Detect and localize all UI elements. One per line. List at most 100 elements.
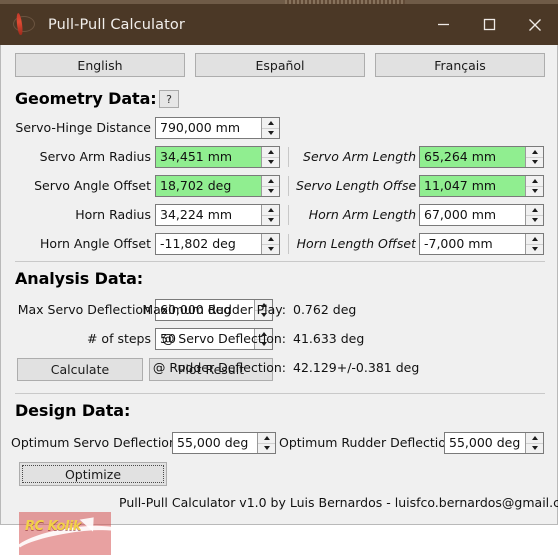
value-at-rudder-deflection: 42.129+/-0.381 deg [293,360,420,375]
value-optimum-rudder-deflection: 55,000 deg [449,435,521,450]
spinner-down-icon[interactable] [526,158,543,168]
propeller-icon [6,10,40,40]
column-separator [288,234,289,254]
minimize-icon[interactable] [420,4,466,45]
spinner-horn-length-offset[interactable] [525,234,543,254]
label-optimum-servo-deflection: Optimum Servo Deflection [11,435,177,450]
spinner-horn-angle-offset[interactable] [261,234,279,254]
column-separator [288,205,289,225]
label-servo-arm-radius: Servo Arm Radius [39,149,151,164]
section-divider [15,261,545,262]
label-number-of-steps: # of steps [86,331,151,346]
spinner-down-icon[interactable] [262,216,279,226]
spinner-horn-radius[interactable] [261,205,279,225]
calculate-button[interactable]: Calculate [17,358,143,381]
label-at-servo-deflection: @ Servo Deflection: [161,331,286,346]
value-optimum-servo-deflection: 55,000 deg [177,435,249,450]
close-icon[interactable] [512,4,558,45]
language-button-francais[interactable]: Français [375,53,545,77]
value-maximum-rudder-play: 0.762 deg [293,302,357,317]
spinner-down-icon[interactable] [526,245,543,255]
input-optimum-rudder-deflection[interactable]: 55,000 deg [444,432,544,454]
spinner-up-icon[interactable] [526,147,543,158]
spinner-servo-hinge-distance[interactable] [261,118,279,138]
maximize-icon[interactable] [466,4,512,45]
spinner-optimum-servo-deflection[interactable] [257,433,275,453]
label-max-servo-deflection: Max Servo Deflection [17,302,151,317]
optimize-button-label: Optimize [64,466,122,482]
spinner-up-icon[interactable] [526,234,543,245]
input-servo-arm-radius[interactable]: 34,451 mm [155,146,280,168]
spinner-up-icon[interactable] [526,176,543,187]
section-divider [15,393,545,394]
label-servo-length-offset: Servo Length Offset [296,178,416,193]
spinner-up-icon[interactable] [262,205,279,216]
logo-text: RC Kolik [25,519,81,534]
spinner-down-icon[interactable] [526,444,543,454]
geometry-section-title: Geometry Data: [15,89,157,108]
rc-kolik-logo: RC Kolik [19,512,111,555]
spinner-up-icon[interactable] [526,433,543,444]
value-servo-arm-length: 65,264 mm [424,149,497,164]
optimize-button[interactable]: Optimize [19,462,167,486]
label-maximum-rudder-play: Maximum Rudder Play: [142,302,286,317]
input-horn-radius[interactable]: 34,224 mm [155,204,280,226]
value-servo-hinge-distance: 790,000 mm [160,120,241,135]
spinner-down-icon[interactable] [526,216,543,226]
value-horn-radius: 34,224 mm [160,207,233,222]
label-servo-arm-length: Servo Arm Length [303,149,416,164]
column-separator [288,147,289,167]
input-optimum-servo-deflection[interactable]: 55,000 deg [172,432,276,454]
input-servo-length-offset[interactable]: 11,047 mm [419,175,544,197]
label-horn-length-offset: Horn Length Offset [296,236,416,251]
input-horn-length-offset[interactable]: -7,000 mm [419,233,544,255]
spinner-up-icon[interactable] [262,234,279,245]
spinner-down-icon[interactable] [526,187,543,197]
footer-credit: Pull-Pull Calculator v1.0 by Luis Bernar… [119,495,558,510]
label-at-rudder-deflection: @ Rudder Deflection: [152,360,286,375]
value-servo-arm-radius: 34,451 mm [160,149,233,164]
label-horn-angle-offset: Horn Angle Offset [40,236,151,251]
window-title: Pull-Pull Calculator [48,16,185,33]
column-separator [288,176,289,196]
spinner-optimum-rudder-deflection[interactable] [525,433,543,453]
window-controls [420,4,558,45]
spinner-up-icon[interactable] [526,205,543,216]
spinner-down-icon[interactable] [262,158,279,168]
label-horn-radius: Horn Radius [75,207,151,222]
spinner-down-icon[interactable] [258,444,275,454]
spinner-up-icon[interactable] [262,118,279,129]
spinner-up-icon[interactable] [262,176,279,187]
analysis-section-title: Analysis Data: [15,269,144,288]
spinner-down-icon[interactable] [262,129,279,139]
spinner-down-icon[interactable] [262,245,279,255]
label-horn-arm-length: Horn Arm Length [308,207,416,222]
spinner-servo-angle-offset[interactable] [261,176,279,196]
input-servo-arm-length[interactable]: 65,264 mm [419,146,544,168]
label-optimum-rudder-deflection: Optimum Rudder Deflection [279,435,454,450]
design-section-title: Design Data: [15,401,131,420]
value-at-servo-deflection: 41.633 deg [293,331,365,346]
spinner-up-icon[interactable] [258,433,275,444]
label-servo-hinge-distance: Servo-Hinge Distance [15,120,151,135]
input-horn-angle-offset[interactable]: -11,802 deg [155,233,280,255]
client-area: English Español Français Geometry Data: … [0,45,558,555]
spinner-servo-length-offset[interactable] [525,176,543,196]
geometry-help-button[interactable]: ? [159,90,179,108]
language-button-english[interactable]: English [15,53,185,77]
input-servo-hinge-distance[interactable]: 790,000 mm [155,117,280,139]
label-servo-angle-offset: Servo Angle Offset [34,178,151,193]
language-button-espanol[interactable]: Español [195,53,365,77]
spinner-down-icon[interactable] [262,187,279,197]
spinner-servo-arm-radius[interactable] [261,147,279,167]
spinner-up-icon[interactable] [262,147,279,158]
value-servo-length-offset: 11,047 mm [424,178,497,193]
input-servo-angle-offset[interactable]: 18,702 deg [155,175,280,197]
application-window: Pull-Pull Calculator English Español Fra… [0,0,558,555]
title-bar[interactable]: Pull-Pull Calculator [0,4,558,45]
spinner-horn-arm-length[interactable] [525,205,543,225]
language-buttons: English Español Français [15,53,545,77]
spinner-servo-arm-length[interactable] [525,147,543,167]
input-horn-arm-length[interactable]: 67,000 mm [419,204,544,226]
value-servo-angle-offset: 18,702 deg [160,178,232,193]
